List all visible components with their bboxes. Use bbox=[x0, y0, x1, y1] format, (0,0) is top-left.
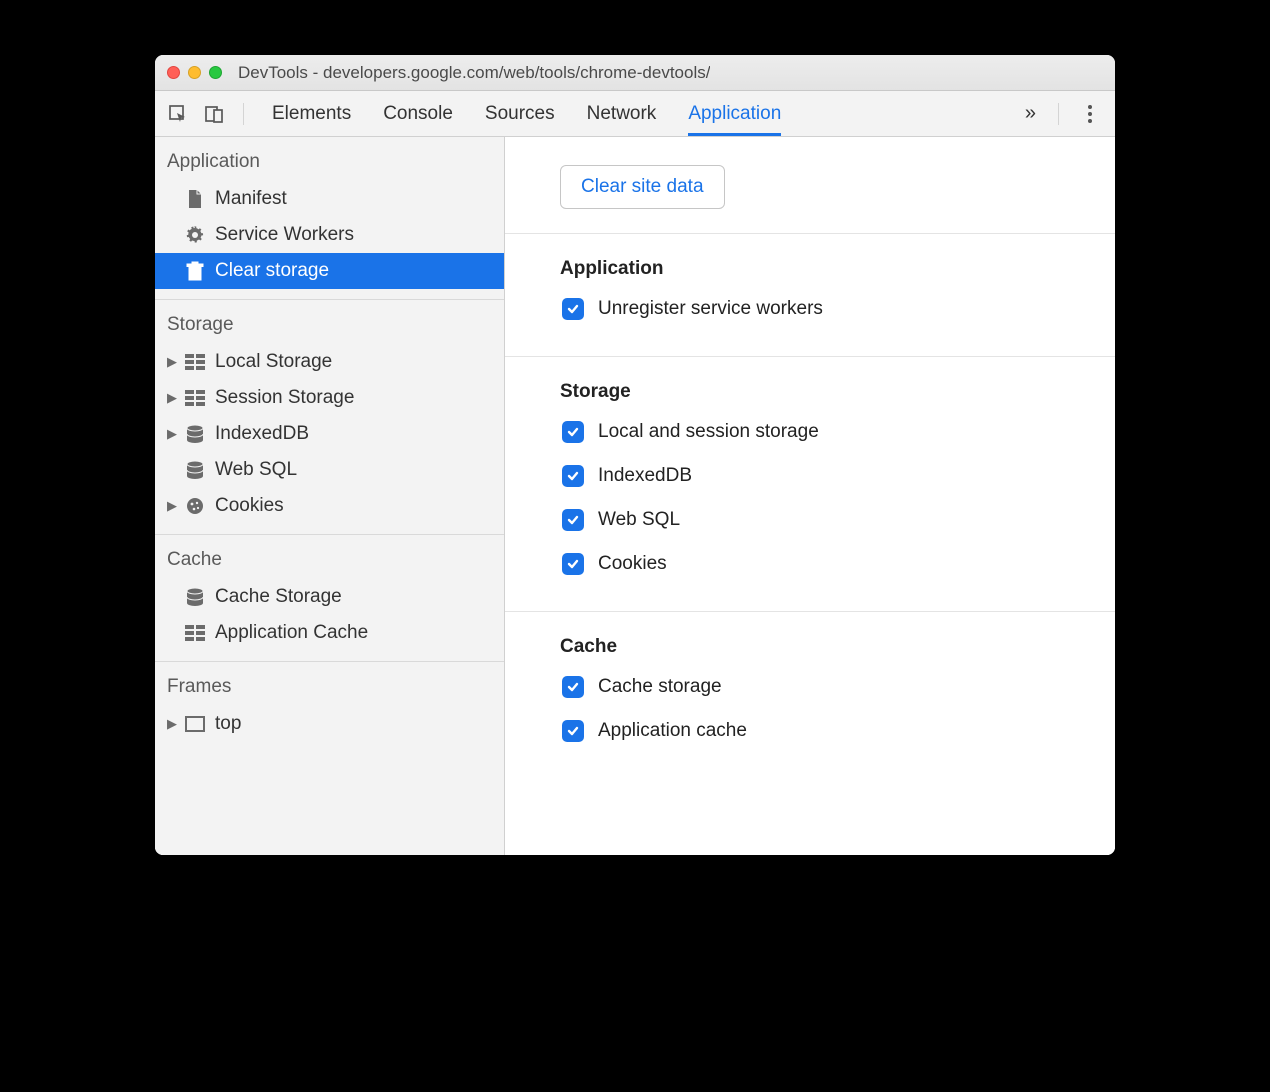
sidebar-item-label: Session Storage bbox=[215, 387, 354, 409]
sidebar-item-label: Application Cache bbox=[215, 622, 368, 644]
sidebar-item-session-storage[interactable]: ▶ Session Storage bbox=[155, 380, 504, 416]
db-icon bbox=[185, 424, 205, 444]
sidebar-item-label: IndexedDB bbox=[215, 423, 309, 445]
checkbox-label: Cache storage bbox=[598, 676, 722, 698]
check-row: IndexedDB bbox=[562, 465, 1060, 487]
checkbox-web-sql[interactable] bbox=[562, 509, 584, 531]
inspect-element-icon[interactable] bbox=[165, 101, 191, 127]
expand-chevron-icon[interactable]: ▶ bbox=[167, 716, 179, 732]
divider bbox=[243, 103, 244, 125]
check-row: Local and session storage bbox=[562, 421, 1060, 443]
group-title: Cache bbox=[560, 636, 1060, 658]
db-icon bbox=[185, 460, 205, 480]
divider bbox=[1058, 103, 1059, 125]
settings-menu-button[interactable] bbox=[1075, 105, 1105, 123]
gear-icon bbox=[185, 225, 205, 245]
sidebar-item-manifest[interactable]: Manifest bbox=[155, 181, 504, 217]
sidebar-item-label: top bbox=[215, 713, 241, 735]
sidebar-item-service-workers[interactable]: Service Workers bbox=[155, 217, 504, 253]
checkbox-label: Cookies bbox=[598, 553, 667, 575]
application-sidebar: Application Manifest Service Workers Clear … bbox=[155, 137, 505, 855]
sidebar-item-indexeddb[interactable]: ▶ IndexedDB bbox=[155, 416, 504, 452]
group-cache: Cache Cache storage Application cache bbox=[505, 611, 1115, 778]
titlebar: DevTools - developers.google.com/web/too… bbox=[155, 55, 1115, 91]
sidebar-section-application: Application bbox=[155, 137, 504, 181]
checkbox-label: IndexedDB bbox=[598, 465, 692, 487]
tab-application[interactable]: Application bbox=[688, 91, 781, 136]
check-row: Unregister service workers bbox=[562, 298, 1060, 320]
sidebar-item-label: Cache Storage bbox=[215, 586, 342, 608]
tab-console[interactable]: Console bbox=[383, 91, 453, 136]
sidebar-item-label: Local Storage bbox=[215, 351, 332, 373]
checkbox-cookies[interactable] bbox=[562, 553, 584, 575]
tab-sources[interactable]: Sources bbox=[485, 91, 555, 136]
expand-chevron-icon[interactable]: ▶ bbox=[167, 390, 179, 406]
clear-storage-pane: Clear site data Application Unregister se… bbox=[505, 137, 1115, 855]
sidebar-item-cookies[interactable]: ▶ Cookies bbox=[155, 488, 504, 524]
check-row: Cache storage bbox=[562, 676, 1060, 698]
expand-chevron-icon[interactable]: ▶ bbox=[167, 498, 179, 514]
sidebar-item-web-sql[interactable]: Web SQL bbox=[155, 452, 504, 488]
grid-icon bbox=[185, 352, 205, 372]
group-storage: Storage Local and session storage IndexedD… bbox=[505, 356, 1115, 611]
sidebar-item-label: Clear storage bbox=[215, 260, 329, 282]
sidebar-item-top[interactable]: ▶ top bbox=[155, 706, 504, 742]
checkbox-local-and-session-storage[interactable] bbox=[562, 421, 584, 443]
sidebar-item-label: Manifest bbox=[215, 188, 287, 210]
sidebar-item-application-cache[interactable]: Application Cache bbox=[155, 615, 504, 651]
clear-site-data-button[interactable]: Clear site data bbox=[560, 165, 725, 209]
devtools-tabbar: Elements Console Sources Network Application… bbox=[155, 91, 1115, 137]
sidebar-item-cache-storage[interactable]: Cache Storage bbox=[155, 579, 504, 615]
check-row: Cookies bbox=[562, 553, 1060, 575]
minimize-window-button[interactable] bbox=[188, 66, 201, 79]
sidebar-section-cache: Cache bbox=[155, 535, 504, 579]
tab-network[interactable]: Network bbox=[587, 91, 657, 136]
checkbox-label: Unregister service workers bbox=[598, 298, 823, 320]
checkbox-unregister-service-workers[interactable] bbox=[562, 298, 584, 320]
db-icon bbox=[185, 587, 205, 607]
device-toolbar-icon[interactable] bbox=[201, 101, 227, 127]
checkbox-label: Application cache bbox=[598, 720, 747, 742]
devtools-window: DevTools - developers.google.com/web/too… bbox=[155, 55, 1115, 855]
sidebar-item-clear-storage[interactable]: Clear storage bbox=[155, 253, 504, 289]
sidebar-item-label: Service Workers bbox=[215, 224, 354, 246]
tab-elements[interactable]: Elements bbox=[272, 91, 351, 136]
grid-icon bbox=[185, 623, 205, 643]
grid-icon bbox=[185, 388, 205, 408]
zoom-window-button[interactable] bbox=[209, 66, 222, 79]
trash-icon bbox=[185, 261, 205, 281]
sidebar-section-frames: Frames bbox=[155, 662, 504, 706]
more-tabs-button[interactable]: » bbox=[1019, 102, 1042, 125]
expand-chevron-icon[interactable]: ▶ bbox=[167, 354, 179, 370]
group-application: Application Unregister service workers bbox=[505, 233, 1115, 356]
check-row: Application cache bbox=[562, 720, 1060, 742]
window-title: DevTools - developers.google.com/web/too… bbox=[238, 63, 710, 83]
checkbox-cache-storage[interactable] bbox=[562, 676, 584, 698]
checkbox-indexeddb[interactable] bbox=[562, 465, 584, 487]
cookie-icon bbox=[185, 496, 205, 516]
checkbox-label: Local and session storage bbox=[598, 421, 819, 443]
sidebar-item-label: Web SQL bbox=[215, 459, 297, 481]
group-title: Application bbox=[560, 258, 1060, 280]
window-controls bbox=[167, 66, 222, 79]
sidebar-section-storage: Storage bbox=[155, 300, 504, 344]
frame-icon bbox=[185, 714, 205, 734]
check-row: Web SQL bbox=[562, 509, 1060, 531]
group-title: Storage bbox=[560, 381, 1060, 403]
expand-chevron-icon[interactable]: ▶ bbox=[167, 426, 179, 442]
close-window-button[interactable] bbox=[167, 66, 180, 79]
sidebar-item-label: Cookies bbox=[215, 495, 284, 517]
file-icon bbox=[185, 189, 205, 209]
checkbox-label: Web SQL bbox=[598, 509, 680, 531]
sidebar-item-local-storage[interactable]: ▶ Local Storage bbox=[155, 344, 504, 380]
checkbox-application-cache[interactable] bbox=[562, 720, 584, 742]
